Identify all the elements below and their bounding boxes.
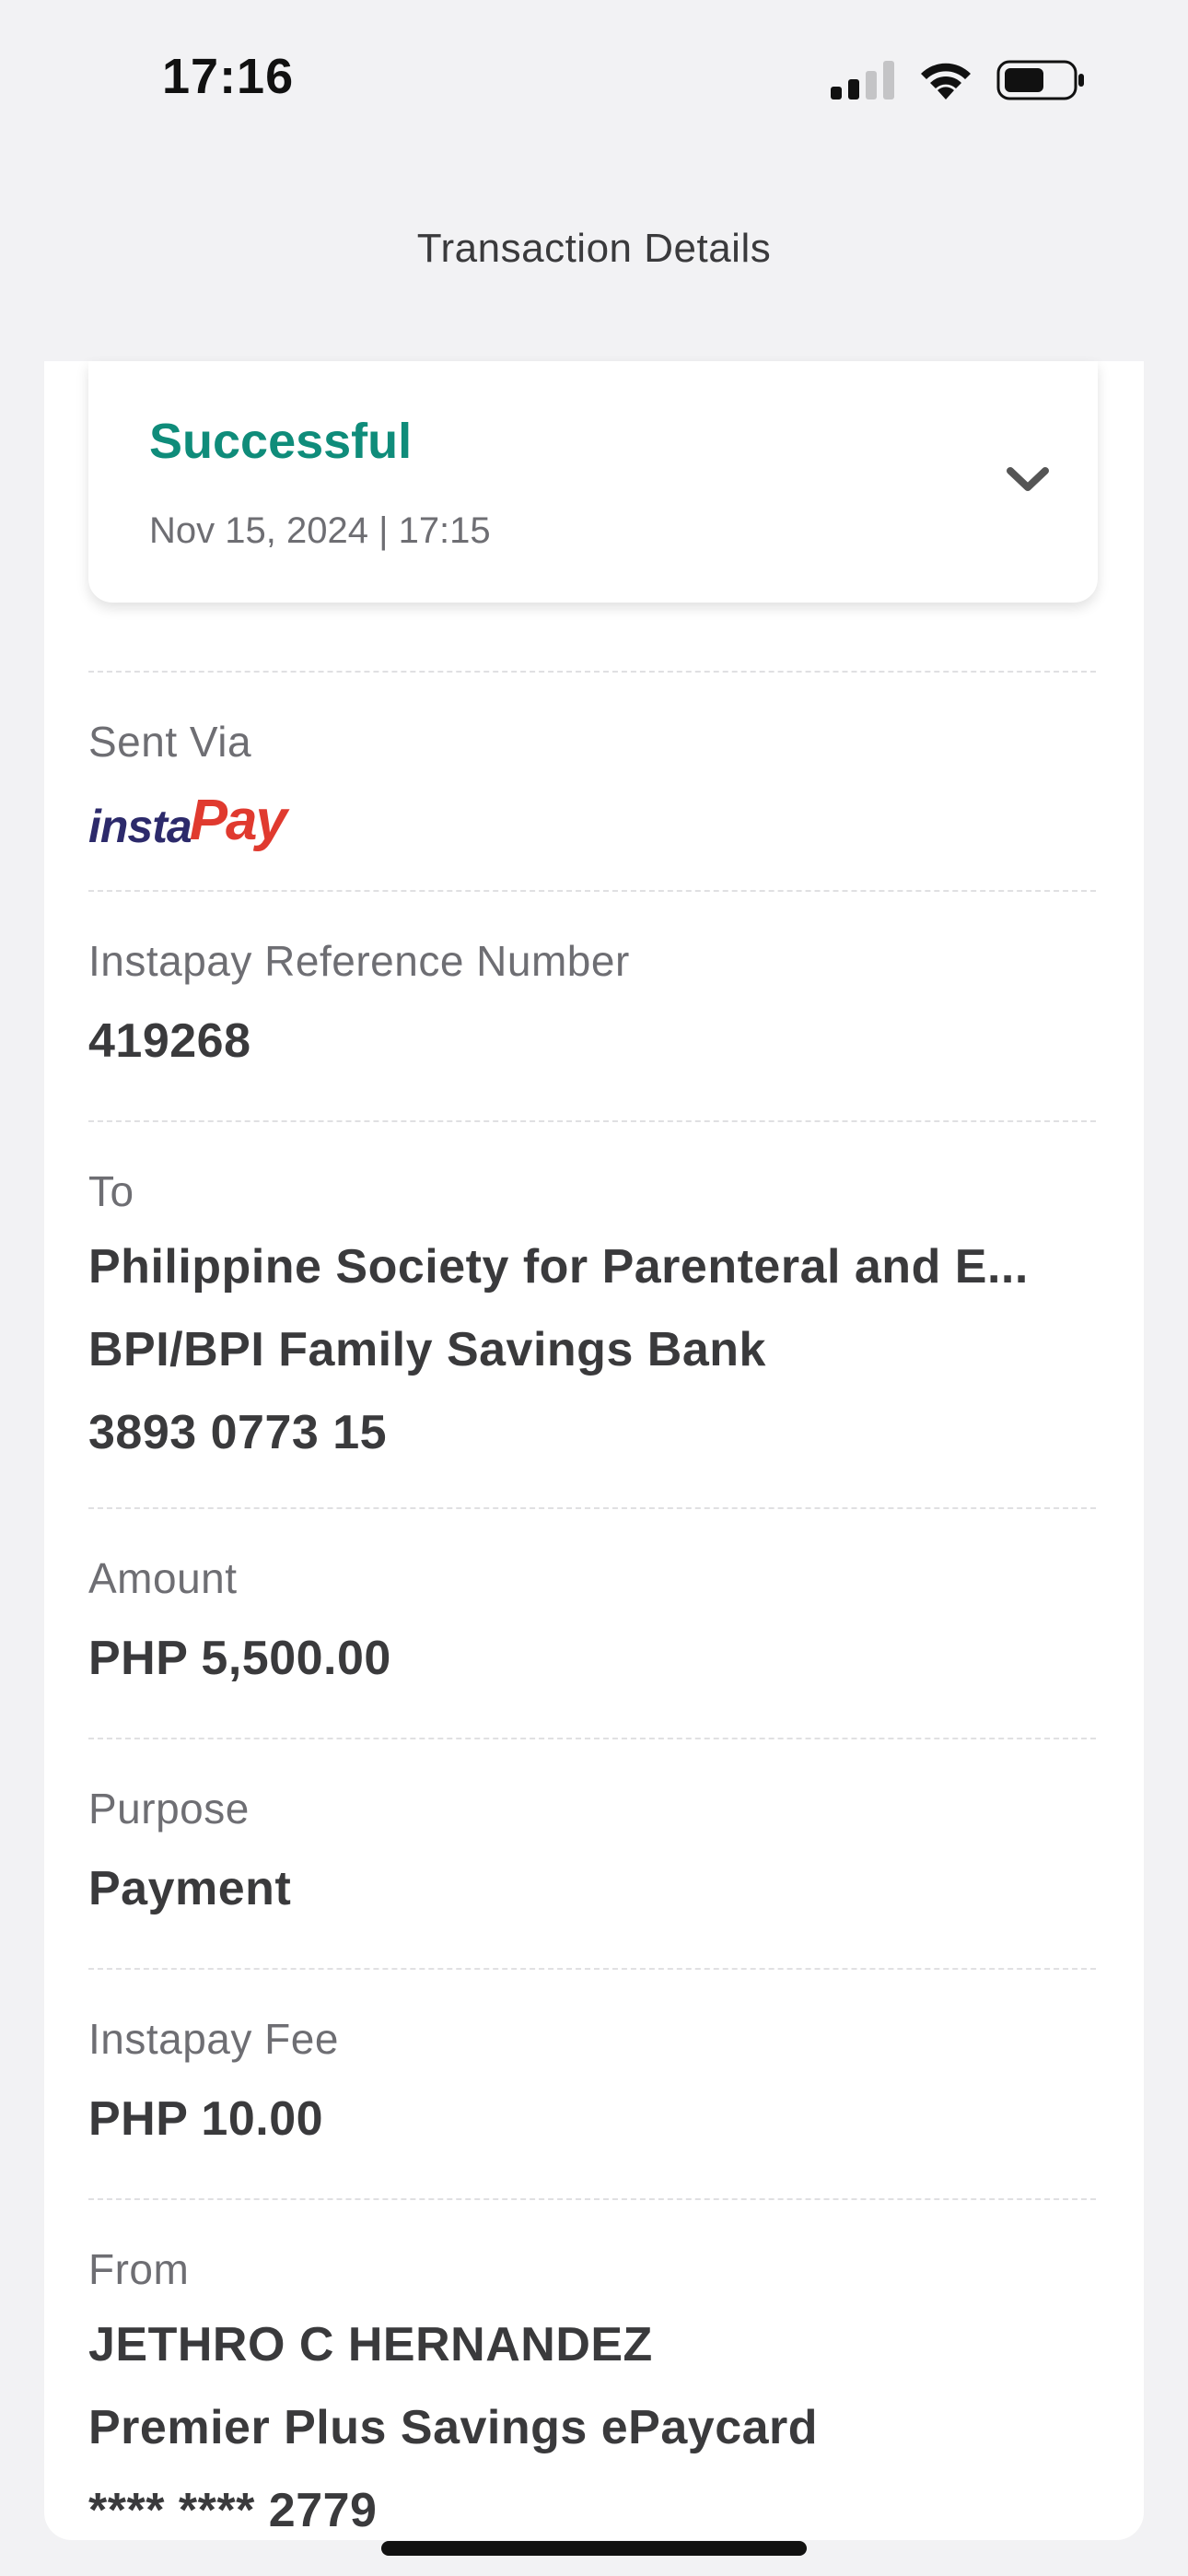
fee-row: Instapay Fee PHP 10.00 [88,1970,1096,2198]
recipient-name: Philippine Society for Parenteral and E.… [88,1240,1029,1294]
sent-via-row: Sent Via insta Pay [88,673,1096,890]
instapay-logo: insta Pay [88,789,1096,853]
recipient-account: 3893 0773 15 [88,1406,388,1459]
page-title: Transaction Details [416,226,772,271]
to-row: To Philippine Society for Parenteral and… [88,1122,1096,1507]
details-sheet: Successful Nov 15, 2024 | 17:15 Sent Via… [44,361,1144,2540]
status-time: 17:16 [162,49,295,104]
recipient-bank: BPI/BPI Family Savings Bank [88,1323,766,1376]
wifi-icon [921,63,971,100]
purpose-row: Purpose Payment [88,1739,1096,1968]
nav-header: Transaction Details [0,226,1188,272]
instapay-logo-part-2: Pay [189,789,287,852]
signal-icon [831,61,894,100]
status-icons [831,59,1085,101]
to-label: To [88,1167,134,1215]
fee-value: PHP 10.00 [88,2092,324,2146]
chevron-down-icon [1007,467,1049,491]
sent-via-label: Sent Via [88,718,252,766]
status-bar: 17:16 [0,0,1188,157]
amount-row: Amount PHP 5,500.00 [88,1509,1096,1738]
battery-icon [996,60,1084,100]
from-row: From JETHRO C HERNANDEZ Premier Plus Sav… [88,2200,1096,2552]
status-label: Successful [149,414,413,469]
status-card[interactable]: Successful Nov 15, 2024 | 17:15 [88,361,1098,603]
reference-row: Instapay Reference Number 419268 [88,892,1096,1120]
amount-label: Amount [88,1554,238,1602]
purpose-label: Purpose [88,1785,250,1832]
sender-name: JETHRO C HERNANDEZ [88,2318,653,2371]
sender-account: **** **** 2779 [88,2484,378,2537]
reference-label: Instapay Reference Number [88,937,630,985]
reference-value: 419268 [88,1014,251,1068]
transaction-datetime: Nov 15, 2024 | 17:15 [149,510,491,551]
fee-label: Instapay Fee [88,2015,339,2063]
sender-account-type: Premier Plus Savings ePaycard [88,2401,819,2454]
expand-button[interactable] [1002,453,1054,505]
amount-value: PHP 5,500.00 [88,1632,391,1685]
details-list: Sent Via insta Pay Instapay Reference Nu… [88,671,1096,2552]
purpose-value: Payment [88,1862,292,1915]
home-indicator[interactable] [381,2541,807,2556]
from-label: From [88,2245,190,2293]
instapay-logo-part-1: insta [88,801,192,852]
